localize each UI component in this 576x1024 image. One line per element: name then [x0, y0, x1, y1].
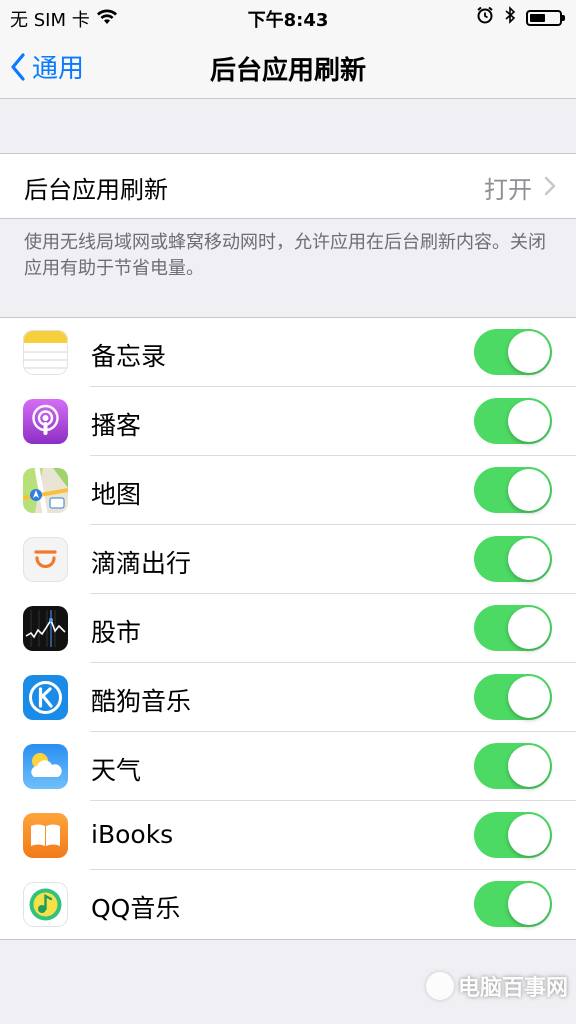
kugou-icon	[23, 675, 68, 720]
app-name: 播客	[91, 411, 142, 440]
toggle-knob	[508, 400, 550, 442]
list-item: 滴滴出行	[0, 525, 576, 594]
background-refresh-value: 打开	[484, 176, 532, 204]
didi-toggle[interactable]	[474, 536, 552, 582]
didi-icon	[23, 537, 68, 582]
ibooks-toggle[interactable]	[474, 812, 552, 858]
podcasts-toggle[interactable]	[474, 398, 552, 444]
toggle-knob	[508, 607, 550, 649]
watermark-text: 电脑百事网	[457, 976, 568, 1001]
qqmusic-icon	[23, 882, 68, 927]
list-item: 备忘录	[0, 318, 576, 387]
toggle-knob	[508, 745, 550, 787]
background-refresh-label: 后台应用刷新	[24, 176, 168, 204]
app-name: 地图	[91, 480, 142, 509]
bluetooth-icon	[504, 6, 516, 29]
list-item: 天气	[0, 732, 576, 801]
app-name: 天气	[91, 756, 142, 785]
app-name: 备忘录	[91, 342, 167, 371]
notes-icon	[23, 330, 68, 375]
watermark-logo-icon	[425, 972, 454, 1000]
watermark: 电脑百事网	[425, 970, 568, 1002]
qqmusic-toggle[interactable]	[474, 881, 552, 927]
battery-fill	[530, 13, 545, 22]
app-name: 股市	[91, 618, 142, 647]
kugou-toggle[interactable]	[474, 674, 552, 720]
maps-toggle[interactable]	[474, 467, 552, 513]
app-name: QQ音乐	[91, 894, 181, 923]
weather-icon	[23, 744, 68, 789]
app-name: 酷狗音乐	[91, 687, 192, 716]
list-item: 播客	[0, 387, 576, 456]
toggle-knob	[508, 676, 550, 718]
maps-icon	[23, 468, 68, 513]
section-footer-note: 使用无线局域网或蜂窝移动网时，允许应用在后台刷新内容。关闭应用有助于节省电量。	[24, 232, 546, 279]
page-title: 后台应用刷新	[209, 56, 366, 86]
list-item: QQ音乐	[0, 870, 576, 939]
podcasts-icon	[23, 399, 68, 444]
list-item: iBooks	[0, 801, 576, 870]
notes-toggle[interactable]	[474, 329, 552, 375]
status-bar: 无 SIM 卡 下午8:43	[0, 0, 576, 34]
battery-icon	[526, 9, 565, 26]
toggle-knob	[508, 814, 550, 856]
list-item: 酷狗音乐	[0, 663, 576, 732]
list-item: 地图	[0, 456, 576, 525]
app-name: iBooks	[91, 820, 174, 849]
app-list: 备忘录 播客 地图 滴滴出行 股市 酷狗音乐 天气 iBooks QQ音乐	[0, 317, 576, 940]
alarm-icon	[476, 6, 494, 29]
chevron-right-icon	[544, 176, 556, 196]
app-name: 滴滴出行	[91, 549, 192, 578]
background-refresh-row[interactable]: 后台应用刷新 打开	[0, 153, 576, 219]
toggle-knob	[508, 883, 550, 925]
toggle-knob	[508, 538, 550, 580]
ibooks-icon	[23, 813, 68, 858]
stocks-toggle[interactable]	[474, 605, 552, 651]
weather-toggle[interactable]	[474, 743, 552, 789]
toggle-knob	[508, 469, 550, 511]
navigation-bar: 通用 后台应用刷新	[0, 34, 576, 99]
status-right	[476, 6, 565, 29]
list-item: 股市	[0, 594, 576, 663]
toggle-knob	[508, 331, 550, 373]
stocks-icon	[23, 606, 68, 651]
